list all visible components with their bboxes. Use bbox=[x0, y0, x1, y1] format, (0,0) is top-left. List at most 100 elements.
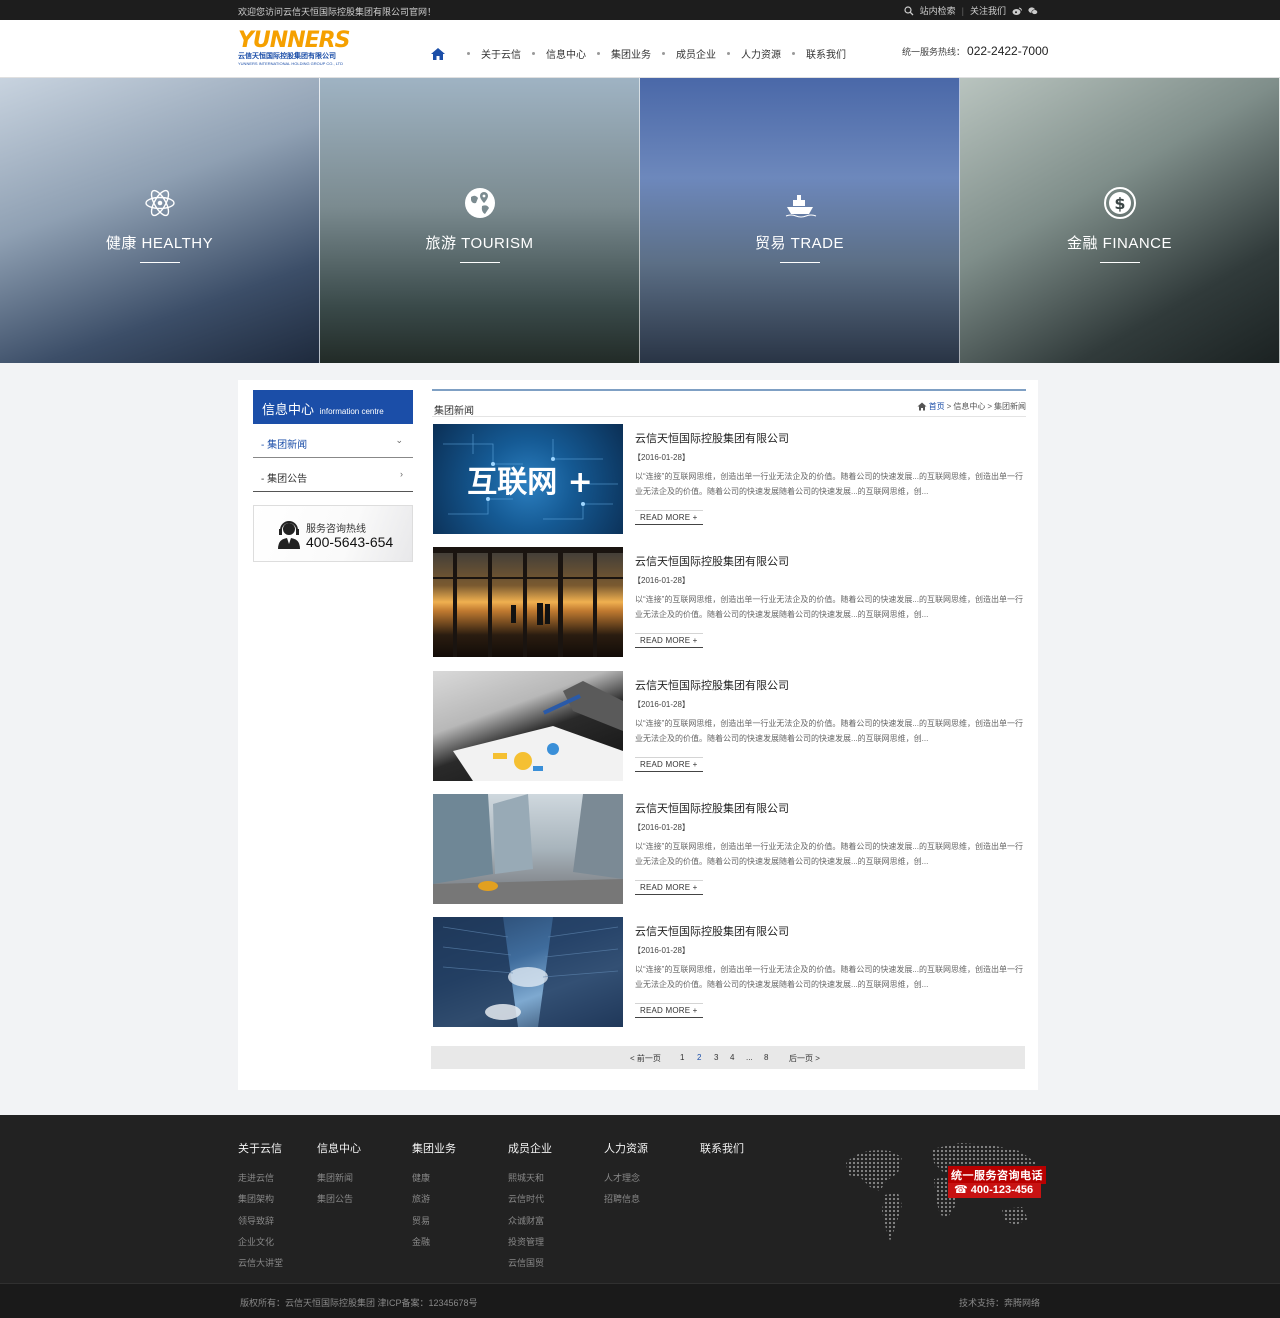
nav-contact[interactable]: 联系我们 bbox=[806, 46, 846, 61]
page-link-4[interactable]: 4 bbox=[730, 1053, 734, 1062]
next-page-link[interactable]: 后一页 > bbox=[789, 1053, 820, 1064]
footer-link[interactable]: 云信大讲堂 bbox=[238, 1253, 283, 1274]
footer-link[interactable]: 众诚财富 bbox=[508, 1211, 552, 1232]
news-title[interactable]: 云信天恒国际控股集团有限公司 bbox=[635, 923, 789, 939]
sidebar-title-cn: 信息中心 bbox=[262, 402, 315, 417]
nav-about[interactable]: 关于云信 bbox=[481, 46, 521, 61]
banner-panel-healthy[interactable]: 健康 HEALTHY bbox=[0, 78, 320, 363]
footer-link[interactable]: 集团新闻 bbox=[317, 1168, 361, 1189]
footer-link[interactable]: 集团公告 bbox=[317, 1189, 361, 1210]
news-date: 【2016-01-28】 bbox=[633, 946, 690, 955]
pagination: < 前一页 1 2 3 4 ... 8 后一页 > bbox=[431, 1046, 1025, 1069]
banner-underline bbox=[1100, 262, 1140, 263]
breadcrumb-separator: > bbox=[987, 402, 992, 411]
weibo-icon[interactable] bbox=[1012, 6, 1022, 16]
logo-cn-name: 云信天恒国际控股集团有限公司 bbox=[238, 53, 336, 60]
follow-us-link[interactable]: 关注我们 bbox=[970, 4, 1006, 17]
footer-col-business: 集团业务 健康 旅游 贸易 金融 bbox=[412, 1140, 456, 1253]
footer-col-about: 关于云信 走进云信 集团架构 领导致辞 企业文化 云信大讲堂 bbox=[238, 1140, 283, 1274]
news-thumbnail[interactable] bbox=[433, 917, 623, 1027]
read-more-button[interactable]: READ MORE + bbox=[635, 880, 703, 895]
cta-phone[interactable]: ☎ 400-123-456 bbox=[948, 1183, 1041, 1198]
news-thumbnail[interactable] bbox=[433, 547, 623, 657]
search-icon[interactable] bbox=[904, 5, 914, 16]
sidebar-item-group-notice[interactable]: - 集团公告 › bbox=[253, 458, 413, 492]
logo-wordmark: YUNNERS bbox=[238, 28, 350, 53]
footer-link[interactable]: 健康 bbox=[412, 1168, 456, 1189]
news-summary: 以“连接”的互联网思维，创造出单一行业无法企及的价值。随着公司的快速发展...的… bbox=[635, 719, 1023, 743]
banner-panel-finance[interactable]: $ 金融 FINANCE bbox=[960, 78, 1280, 363]
footer-link[interactable]: 云信时代 bbox=[508, 1189, 552, 1210]
news-item[interactable]: 云信天恒国际控股集团有限公司 【2016-01-28】 以“连接”的互联网思维，… bbox=[433, 794, 1025, 906]
news-thumbnail[interactable]: 互联网 + bbox=[433, 424, 623, 534]
news-item[interactable]: 云信天恒国际控股集团有限公司 【2016-01-28】 以“连接”的互联网思维，… bbox=[433, 917, 1025, 1029]
news-date: 【2016-01-28】 bbox=[633, 700, 690, 709]
footer-link[interactable]: 投资管理 bbox=[508, 1232, 552, 1253]
footer-link[interactable]: 人才理念 bbox=[604, 1168, 648, 1189]
banner-panel-tourism[interactable]: 旅游 TOURISM bbox=[320, 78, 640, 363]
top-bar-links: 站内检索 | 关注我们 bbox=[904, 4, 1038, 17]
nav-business[interactable]: 集团业务 bbox=[611, 46, 651, 61]
news-title[interactable]: 云信天恒国际控股集团有限公司 bbox=[635, 800, 789, 816]
main-divider bbox=[432, 416, 1026, 417]
office-window-graphic bbox=[433, 547, 623, 657]
nav-info-center[interactable]: 信息中心 bbox=[546, 46, 586, 61]
footer-link[interactable]: 企业文化 bbox=[238, 1232, 283, 1253]
site-header: YUNNERS 云信天恒国际控股集团有限公司 YUNNERS INTERNATI… bbox=[0, 20, 1280, 78]
footer-link[interactable]: 招聘信息 bbox=[604, 1189, 648, 1210]
banner-panel-trade[interactable]: 贸易 TRADE bbox=[640, 78, 960, 363]
footer-link[interactable]: 集团架构 bbox=[238, 1189, 283, 1210]
read-more-button[interactable]: READ MORE + bbox=[635, 510, 703, 525]
nav-dot bbox=[532, 52, 535, 55]
read-more-button[interactable]: READ MORE + bbox=[635, 1003, 703, 1018]
footer-link[interactable]: 旅游 bbox=[412, 1189, 456, 1210]
wechat-icon[interactable] bbox=[1028, 6, 1038, 16]
service-hotline-box: 服务咨询热线 400-5643-654 bbox=[253, 505, 413, 562]
page-link-1[interactable]: 1 bbox=[680, 1053, 684, 1062]
footer-heading[interactable]: 联系我们 bbox=[700, 1140, 744, 1156]
read-more-button[interactable]: READ MORE + bbox=[635, 757, 703, 772]
footer-heading[interactable]: 成员企业 bbox=[508, 1140, 552, 1156]
page-link-3[interactable]: 3 bbox=[714, 1053, 718, 1062]
home-icon[interactable] bbox=[917, 402, 927, 411]
logo-en-name: YUNNERS INTERNATIONAL HOLDING GROUP CO.,… bbox=[238, 61, 343, 66]
news-item[interactable]: 云信天恒国际控股集团有限公司 【2016-01-28】 以“连接”的互联网思维，… bbox=[433, 547, 1025, 659]
footer-link[interactable]: 云信国贸 bbox=[508, 1253, 552, 1274]
footer-heading[interactable]: 集团业务 bbox=[412, 1140, 456, 1156]
nav-members[interactable]: 成员企业 bbox=[676, 46, 716, 61]
banner-label: 金融 FINANCE bbox=[1066, 235, 1172, 252]
footer-heading[interactable]: 关于云信 bbox=[238, 1140, 283, 1156]
site-search-link[interactable]: 站内检索 bbox=[920, 4, 956, 17]
breadcrumb-info-center[interactable]: 信息中心 bbox=[953, 401, 985, 412]
page-link-2-current[interactable]: 2 bbox=[697, 1053, 701, 1062]
page-link-8[interactable]: 8 bbox=[764, 1053, 768, 1062]
banner-label: 健康 HEALTHY bbox=[105, 235, 214, 252]
page-ellipsis: ... bbox=[746, 1053, 753, 1062]
news-title[interactable]: 云信天恒国际控股集团有限公司 bbox=[635, 430, 789, 446]
prev-page-link[interactable]: < 前一页 bbox=[630, 1053, 661, 1064]
footer-link[interactable]: 领导致辞 bbox=[238, 1211, 283, 1232]
news-title[interactable]: 云信天恒国际控股集团有限公司 bbox=[635, 677, 789, 693]
home-icon[interactable] bbox=[430, 47, 446, 61]
breadcrumb-home[interactable]: 首页 bbox=[929, 401, 945, 412]
footer-link[interactable]: 金融 bbox=[412, 1232, 456, 1253]
footer-link[interactable]: 熙城天和 bbox=[508, 1168, 552, 1189]
news-item[interactable]: 云信天恒国际控股集团有限公司 【2016-01-28】 以“连接”的互联网思维，… bbox=[433, 671, 1025, 783]
banner-label: 贸易 TRADE bbox=[754, 235, 844, 252]
sidebar-item-group-news[interactable]: - 集团新闻 ⌄ bbox=[253, 424, 413, 458]
footer-link[interactable]: 走进云信 bbox=[238, 1168, 283, 1189]
footer-col-info: 信息中心 集团新闻 集团公告 bbox=[317, 1140, 361, 1211]
copyright-bar: 版权所有：云信天恒国际控股集团 津ICP备案：12345678号 技术支持：奔腾… bbox=[0, 1283, 1280, 1318]
footer-link[interactable]: 贸易 bbox=[412, 1211, 456, 1232]
news-thumbnail[interactable] bbox=[433, 671, 623, 781]
news-thumbnail[interactable] bbox=[433, 794, 623, 904]
nav-hr[interactable]: 人力资源 bbox=[741, 46, 781, 61]
read-more-button[interactable]: READ MORE + bbox=[635, 633, 703, 648]
news-summary: 以“连接”的互联网思维，创造出单一行业无法企及的价值。随着公司的快速发展...的… bbox=[635, 965, 1023, 989]
footer-heading[interactable]: 信息中心 bbox=[317, 1140, 361, 1156]
company-logo[interactable]: YUNNERS 云信天恒国际控股集团有限公司 YUNNERS INTERNATI… bbox=[238, 28, 350, 68]
news-item[interactable]: 互联网 + 云信天恒国际控股集团有限公司 【2016-01-28】 以“连接”的… bbox=[433, 424, 1025, 536]
news-title[interactable]: 云信天恒国际控股集团有限公司 bbox=[635, 553, 789, 569]
cta-title: 统一服务咨询电话 bbox=[948, 1166, 1046, 1184]
footer-heading[interactable]: 人力资源 bbox=[604, 1140, 648, 1156]
